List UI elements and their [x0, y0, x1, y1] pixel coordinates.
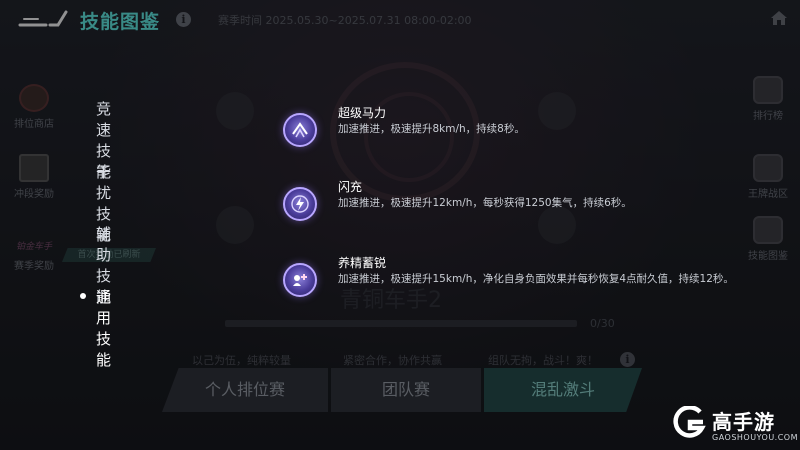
skill-name: 超级马力 [338, 106, 387, 120]
modal-overlay [0, 0, 800, 450]
skill-description: 加速推进，极速提升8km/h，持续8秒。 [338, 123, 525, 135]
speed-burst-icon [283, 113, 317, 147]
skill-description: 加速推进，极速提升15km/h，净化自身负面效果并每秒恢复4点耐久值，持续12秒… [338, 273, 734, 285]
category-general[interactable]: 通用技能 [96, 286, 111, 370]
lightning-charge-icon [283, 187, 317, 221]
watermark: 高手游 GAOSHOUYOU.COM [670, 404, 799, 448]
heal-icon [283, 263, 317, 297]
active-category-dot [80, 293, 86, 299]
skill-description: 加速推进，极速提升12km/h，每秒获得1250集气，持续6秒。 [338, 197, 632, 209]
brand-domain: GAOSHOUYOU.COM [712, 433, 799, 442]
brand-logo-icon [673, 406, 706, 438]
skill-name: 闪充 [338, 180, 363, 194]
skill-name: 养精蓄锐 [338, 256, 387, 270]
brand-name: 高手游 [712, 410, 775, 434]
